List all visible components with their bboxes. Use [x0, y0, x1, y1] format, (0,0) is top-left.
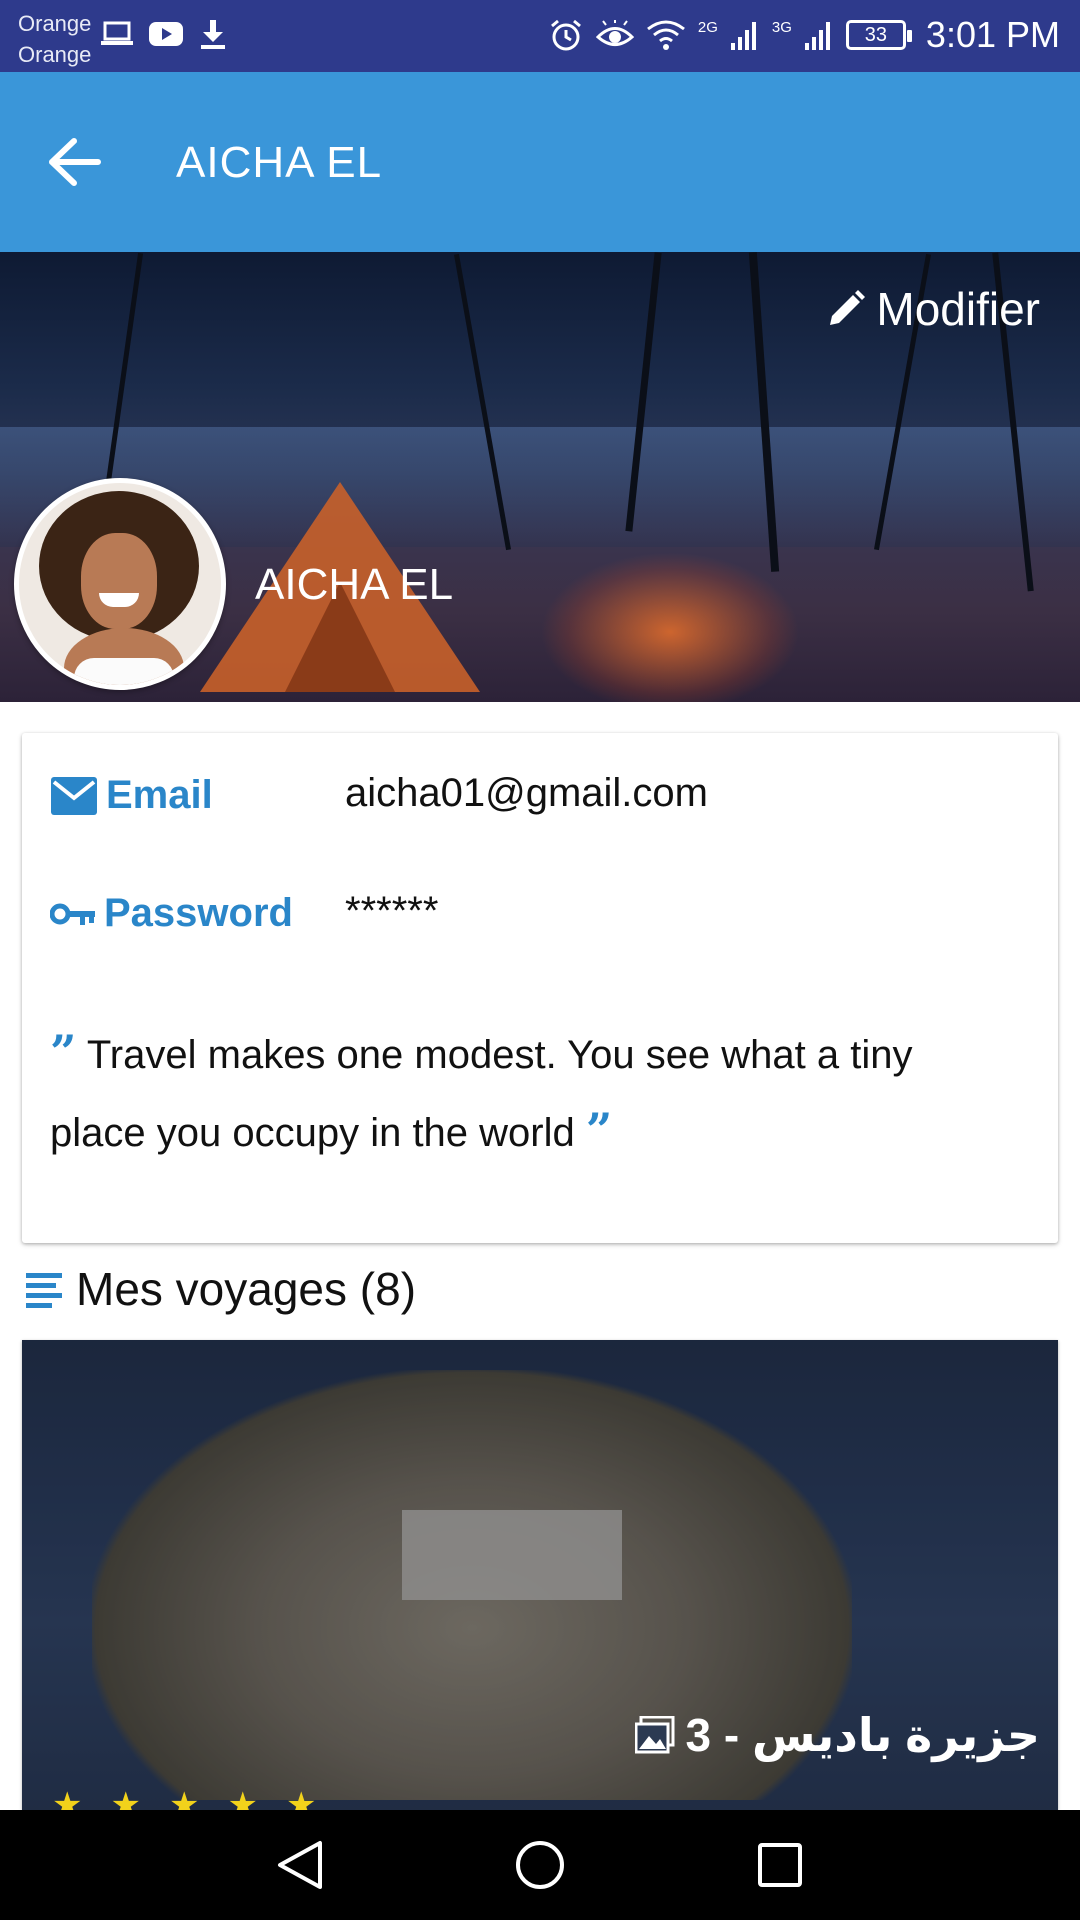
- password-label: Password: [104, 891, 293, 935]
- nav-home-button[interactable]: [510, 1835, 570, 1895]
- youtube-icon: [149, 22, 183, 46]
- arrow-back-icon: [49, 138, 101, 186]
- star-icon: ★: [52, 1786, 83, 1810]
- photos-icon: [635, 1716, 675, 1754]
- password-value: ******: [345, 889, 439, 933]
- laptop-icon: [101, 21, 133, 45]
- system-nav-bar: [0, 1810, 1080, 1920]
- trip-caption: جزيرة باديس - 3: [635, 1708, 1040, 1762]
- signal-icon-2: [804, 22, 830, 50]
- circle-home-icon: [516, 1841, 564, 1889]
- trips-header: Mes voyages (8): [24, 1262, 416, 1316]
- app-bar: AICHA EL: [0, 72, 1080, 252]
- trip-title: جزيرة باديس - 3: [685, 1709, 1040, 1761]
- edit-profile-button[interactable]: Modifier: [826, 282, 1040, 336]
- star-icon: ★: [285, 1786, 317, 1810]
- notification-icons: [100, 18, 228, 50]
- eye-icon: [595, 20, 634, 46]
- star-icon: ★: [110, 1786, 141, 1810]
- page-title: AICHA EL: [176, 138, 383, 187]
- network-2g-label: 2G: [697, 18, 718, 36]
- pencil-icon: [830, 290, 866, 325]
- triangle-back-icon: [278, 1841, 322, 1889]
- avatar[interactable]: [14, 478, 226, 690]
- email-value: aicha01@gmail.com: [345, 771, 708, 815]
- square-recents-icon: [758, 1843, 802, 1887]
- trip-rating: ★ ★ ★ ★ ★: [52, 1785, 316, 1810]
- star-icon: ★: [168, 1786, 200, 1810]
- trip-card[interactable]: جزيرة باديس - 3 ★ ★ ★ ★ ★: [22, 1340, 1058, 1810]
- carrier-1: Orange: [18, 11, 92, 36]
- email-label: Email: [106, 773, 213, 817]
- signal-icon: [730, 22, 756, 50]
- key-icon: [50, 903, 95, 925]
- wifi-icon: [646, 20, 685, 50]
- bio-quote-text: Travel makes one modest. You see what a …: [50, 1033, 913, 1155]
- profile-name: AICHA EL: [255, 560, 454, 609]
- network-3g-label: 3G: [771, 18, 792, 36]
- carrier-2: Orange: [18, 42, 92, 67]
- download-icon: [201, 20, 225, 49]
- bio-quote: ” Travel makes one modest. You see what …: [50, 1015, 1010, 1171]
- profile-info-card: Email aicha01@gmail.com Password ****** …: [22, 733, 1058, 1243]
- email-row: Email: [50, 773, 213, 818]
- campfire-glow: [540, 552, 800, 702]
- clock: 3:01 PM: [925, 14, 1060, 55]
- battery-icon: 33: [845, 20, 912, 50]
- quote-close-icon: ”: [585, 1103, 613, 1157]
- back-button[interactable]: [40, 127, 110, 197]
- password-row: Password: [50, 891, 293, 936]
- system-icons: 2G 3G 33 3:01 PM: [548, 14, 1060, 56]
- quote-open-icon: ”: [50, 1025, 77, 1079]
- nav-back-button[interactable]: [270, 1835, 330, 1895]
- alarm-icon: [550, 19, 581, 51]
- nav-recents-button[interactable]: [750, 1835, 810, 1895]
- carrier-labels: Orange Orange: [18, 8, 91, 70]
- edit-profile-label: Modifier: [876, 283, 1040, 335]
- avatar-face: [81, 533, 157, 629]
- list-icon: [26, 1273, 62, 1308]
- status-bar: Orange Orange 2G 3G 33 3:01 PM: [0, 0, 1080, 72]
- mail-icon: [51, 776, 97, 815]
- star-icon: ★: [227, 1786, 258, 1810]
- trips-title: Mes voyages (8): [76, 1263, 417, 1315]
